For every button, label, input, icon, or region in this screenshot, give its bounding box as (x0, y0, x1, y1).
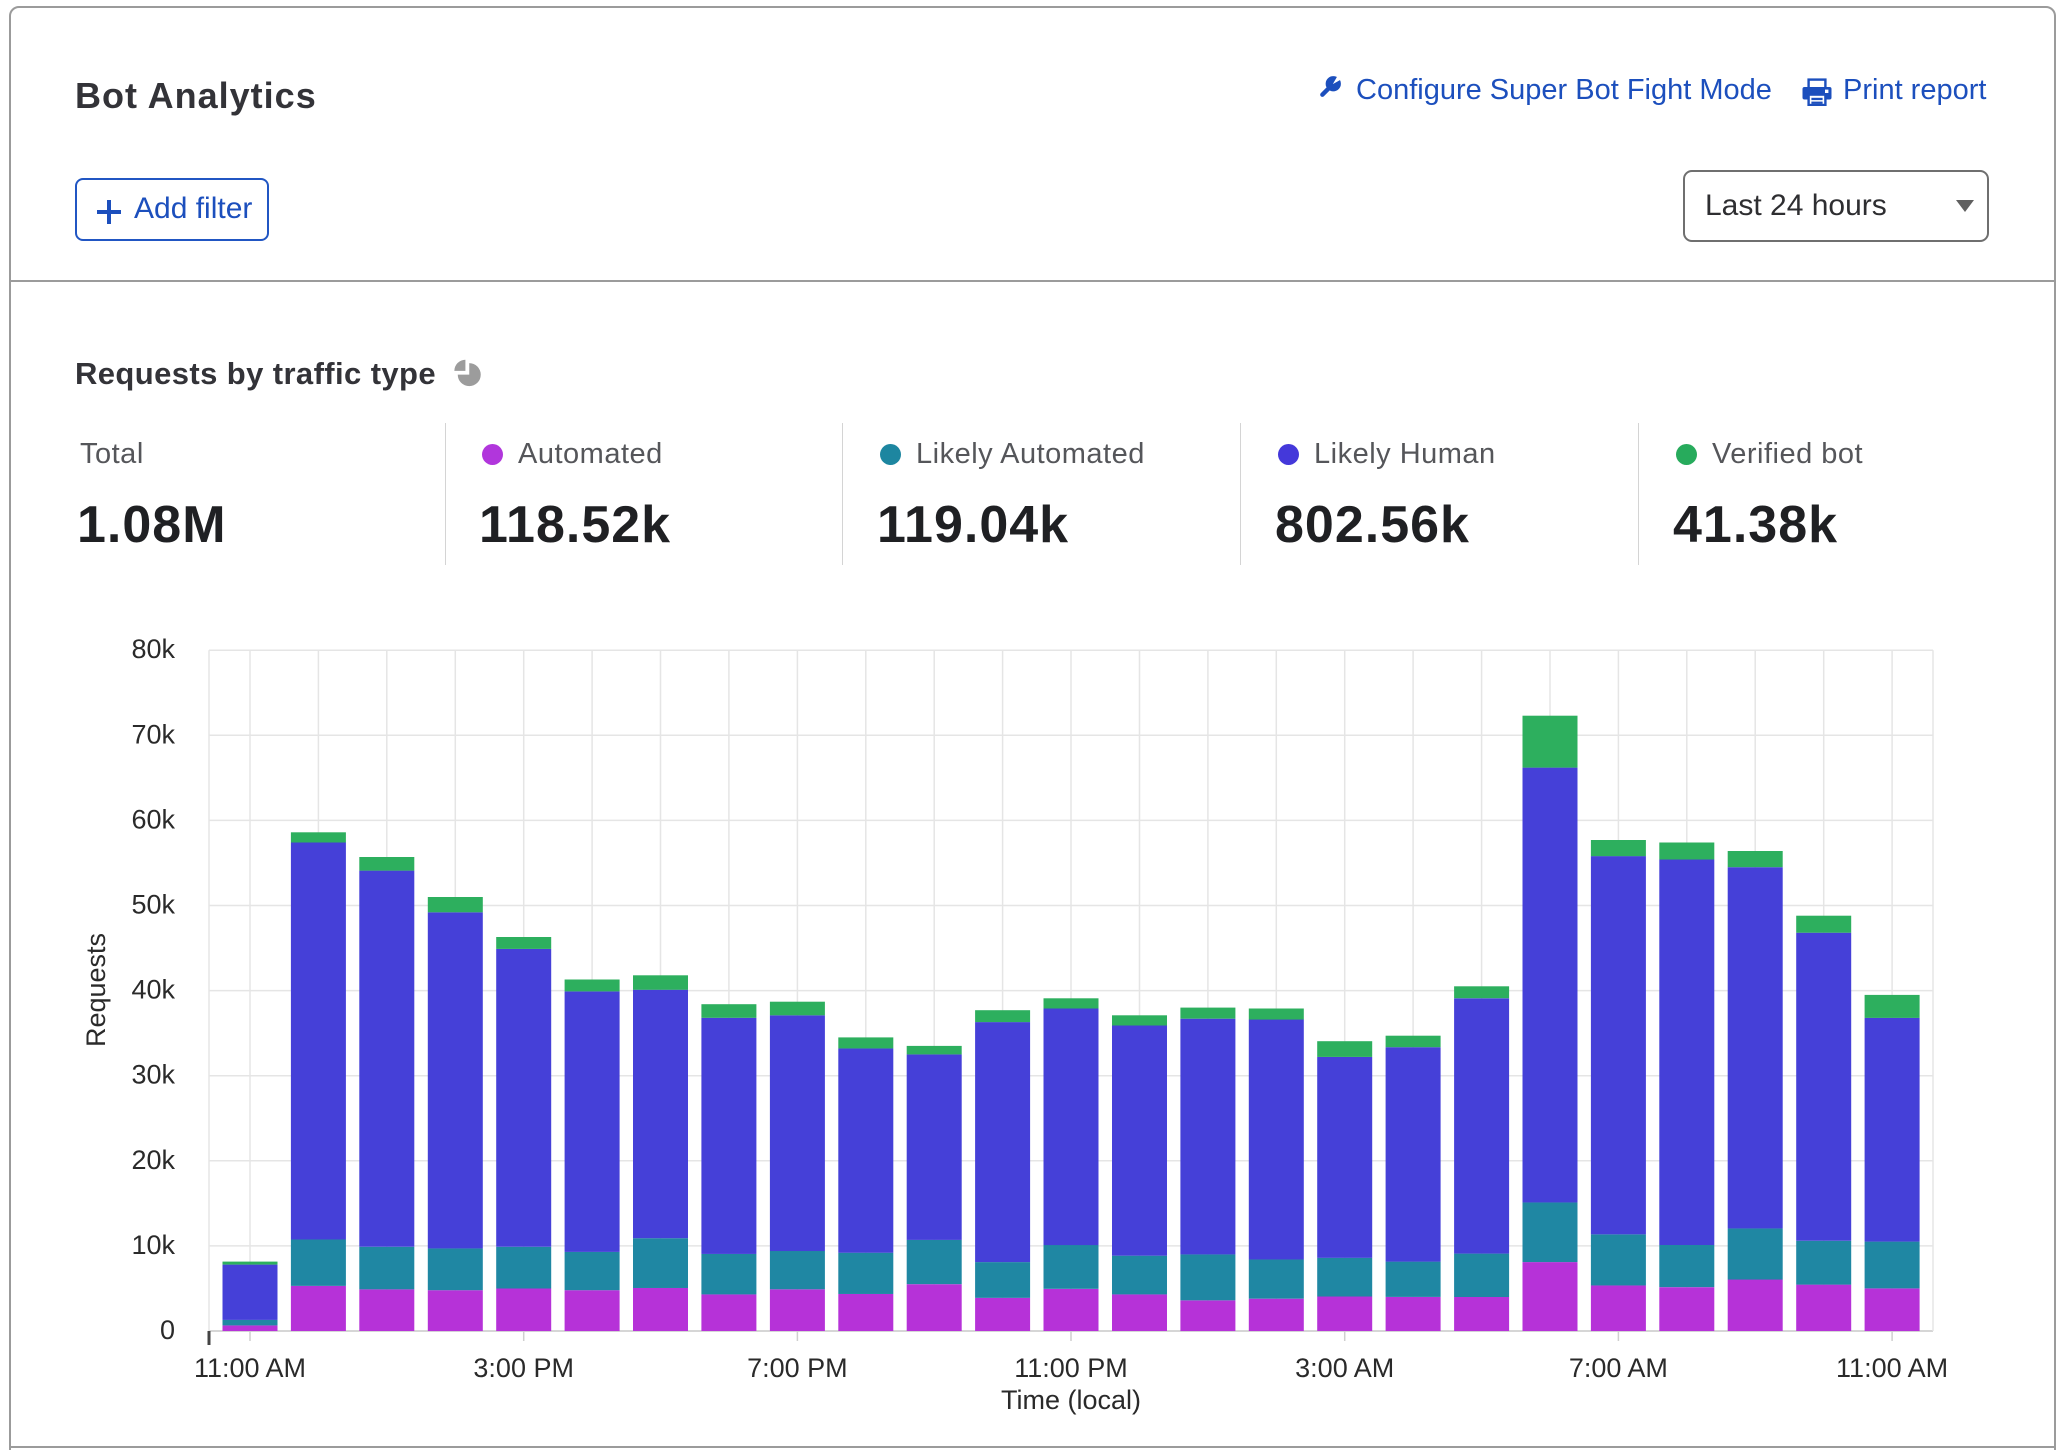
svg-text:Requests: Requests (81, 933, 111, 1047)
svg-text:11:00 AM: 11:00 AM (194, 1353, 306, 1383)
svg-text:20k: 20k (131, 1145, 175, 1175)
svg-text:3:00 AM: 3:00 AM (1295, 1353, 1394, 1383)
svg-text:60k: 60k (131, 804, 175, 834)
svg-text:7:00 PM: 7:00 PM (747, 1353, 848, 1383)
svg-text:0: 0 (160, 1315, 175, 1345)
svg-text:10k: 10k (131, 1230, 175, 1260)
svg-text:Time (local): Time (local) (1001, 1385, 1141, 1415)
svg-text:50k: 50k (131, 890, 175, 920)
svg-text:11:00 AM: 11:00 AM (1836, 1353, 1948, 1383)
svg-text:70k: 70k (131, 719, 175, 749)
svg-text:30k: 30k (131, 1060, 175, 1090)
svg-text:11:00 PM: 11:00 PM (1014, 1353, 1128, 1383)
svg-text:7:00 AM: 7:00 AM (1569, 1353, 1668, 1383)
svg-text:80k: 80k (131, 634, 175, 664)
svg-text:3:00 PM: 3:00 PM (473, 1353, 574, 1383)
svg-text:40k: 40k (131, 975, 175, 1005)
